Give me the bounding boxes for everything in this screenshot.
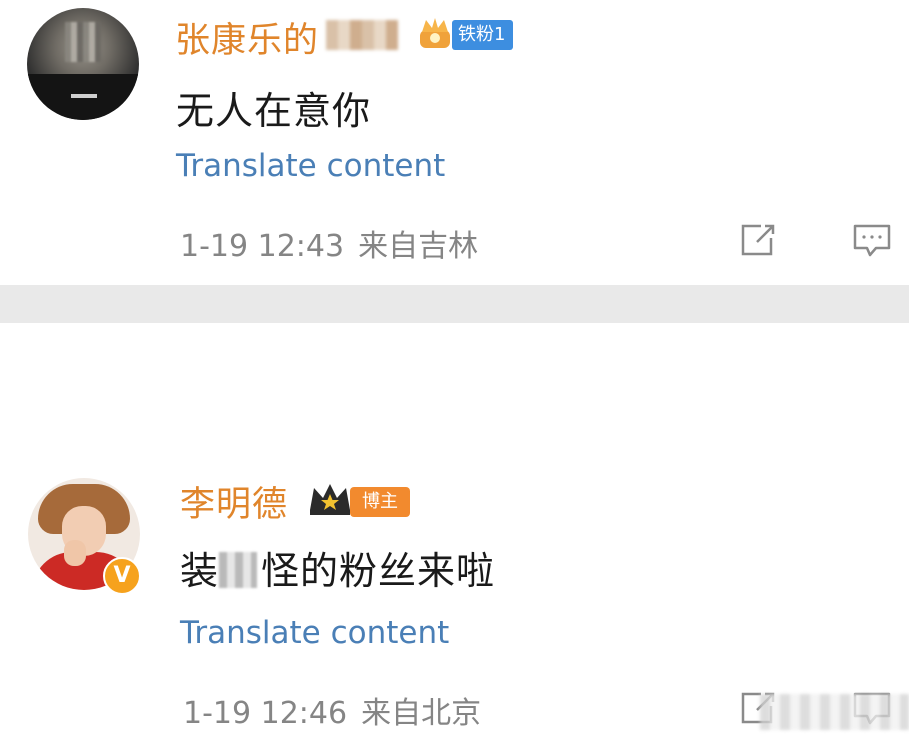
section-divider [0,285,909,323]
comment-icon[interactable] [850,220,894,260]
comment-location: 来自吉林 [358,229,479,264]
avatar-hand [64,540,86,566]
comment-text: 装怪的粉丝来啦 [180,540,495,595]
avatar[interactable] [27,8,139,120]
fan-level-badge[interactable]: 铁粉1 [452,20,514,50]
translate-link[interactable]: Translate content [180,615,449,651]
translate-link[interactable]: Translate content [176,148,445,184]
comment-meta: 1-19 12:46 来自北京 [183,688,481,732]
comment-feed: 张康乐的 铁粉1 无人在意你 Translate content 1-19 12… [0,0,909,736]
username[interactable]: 李明德 [180,476,288,527]
blogger-badge[interactable]: 博主 [350,487,410,517]
comment-meta: 1-19 12:43 来自吉林 [180,221,478,265]
text-blur-mask [219,552,258,588]
watermark-overlay [760,694,909,730]
username-blur-mask [326,20,398,50]
crown-icon [420,18,450,48]
comment-text-prefix: 装 [180,549,220,593]
avatar-shirt-print [71,94,97,98]
comment-location: 来自北京 [361,696,482,731]
verified-v-icon: V [103,557,141,595]
crown-icon [310,484,350,515]
avatar-blur-mask [65,22,101,62]
comment-text: 无人在意你 [176,89,372,133]
comment-text-rest: 怪的粉丝来啦 [261,549,496,593]
username[interactable]: 张康乐的 [175,12,319,63]
comment-date: 1-19 12:46 [183,696,348,731]
comment-date: 1-19 12:43 [180,229,345,264]
share-icon[interactable] [737,220,781,260]
comment-item: 张康乐的 铁粉1 无人在意你 Translate content 1-19 12… [0,0,909,285]
